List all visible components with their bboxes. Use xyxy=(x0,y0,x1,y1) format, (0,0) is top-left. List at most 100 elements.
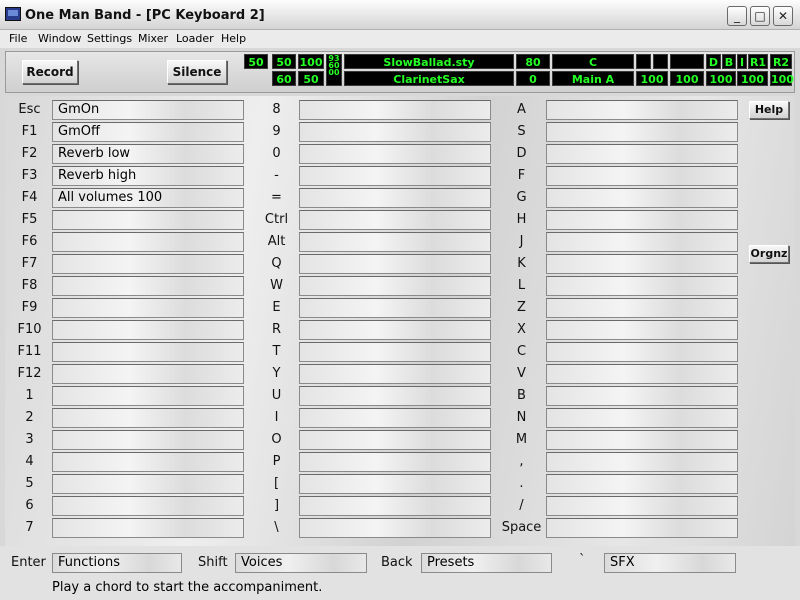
lcd-flag[interactable] xyxy=(636,54,651,69)
lcd-flag-i[interactable]: I xyxy=(737,54,747,69)
key-assignment-field[interactable]: All volumes 100 xyxy=(52,188,244,208)
lcd-key[interactable]: C xyxy=(552,54,634,69)
key-assignment-field[interactable] xyxy=(299,496,491,516)
key-assignment-field[interactable] xyxy=(546,496,738,516)
key-label: C xyxy=(516,344,527,359)
key-assignment-field[interactable] xyxy=(299,210,491,230)
lcd-volume[interactable]: 100 xyxy=(737,71,768,86)
lcd-number[interactable]: 0 xyxy=(516,71,550,86)
key-assignment-field[interactable] xyxy=(299,364,491,384)
menu-settings[interactable]: Settings xyxy=(87,32,132,45)
key-assignment-field[interactable] xyxy=(546,166,738,186)
key-assignment-field[interactable] xyxy=(299,254,491,274)
key-assignment-field[interactable] xyxy=(546,320,738,340)
lcd-volume[interactable]: 100 xyxy=(670,71,704,86)
key-assignment-field[interactable] xyxy=(546,474,738,494)
key-assignment-field[interactable] xyxy=(299,342,491,362)
key-assignment-field[interactable] xyxy=(52,254,244,274)
key-assignment-field[interactable] xyxy=(299,298,491,318)
key-assignment-field[interactable]: Reverb low xyxy=(52,144,244,164)
key-assignment-field[interactable] xyxy=(546,122,738,142)
lcd-voice-name[interactable]: ClarinetSax xyxy=(344,71,514,86)
key-assignment-field[interactable] xyxy=(546,430,738,450)
key-assignment-field[interactable] xyxy=(52,518,244,538)
key-assignment-field[interactable] xyxy=(299,188,491,208)
key-assignment-field[interactable] xyxy=(299,166,491,186)
lcd-flag[interactable] xyxy=(653,54,668,69)
menu-window[interactable]: Window xyxy=(38,32,81,45)
back-presets-field[interactable]: Presets xyxy=(421,553,552,573)
key-assignment-field[interactable] xyxy=(52,430,244,450)
key-assignment-field[interactable] xyxy=(299,100,491,120)
key-assignment-field[interactable] xyxy=(52,408,244,428)
lcd-volume[interactable]: 100 xyxy=(770,71,794,86)
key-assignment-field[interactable] xyxy=(299,452,491,472)
key-assignment-field[interactable] xyxy=(52,320,244,340)
key-assignment-field[interactable] xyxy=(299,408,491,428)
key-assignment-field[interactable] xyxy=(299,474,491,494)
lcd-flag-d[interactable]: D xyxy=(706,54,721,69)
backtick-sfx-field[interactable]: SFX xyxy=(604,553,736,573)
key-assignment-field[interactable] xyxy=(546,298,738,318)
key-assignment-field[interactable] xyxy=(52,452,244,472)
lcd-flag-r2[interactable]: R2 xyxy=(770,54,792,69)
key-assignment-field[interactable] xyxy=(546,276,738,296)
key-assignment-field[interactable] xyxy=(52,298,244,318)
silence-button[interactable]: Silence xyxy=(167,60,227,84)
key-assignment-field[interactable]: GmOff xyxy=(52,122,244,142)
key-assignment-field[interactable] xyxy=(546,232,738,252)
key-assignment-field[interactable] xyxy=(299,122,491,142)
key-assignment-field[interactable] xyxy=(546,100,738,120)
key-assignment-field[interactable] xyxy=(546,386,738,406)
key-assignment-field[interactable] xyxy=(546,408,738,428)
key-assignment-field[interactable] xyxy=(52,474,244,494)
key-assignment-field[interactable] xyxy=(52,496,244,516)
lcd-section[interactable]: Main A xyxy=(552,71,634,86)
key-assignment-field[interactable] xyxy=(546,342,738,362)
key-assignment-field[interactable] xyxy=(546,188,738,208)
menu-mixer[interactable]: Mixer xyxy=(138,32,168,45)
key-assignment-field[interactable]: GmOn xyxy=(52,100,244,120)
key-assignment-field[interactable] xyxy=(299,276,491,296)
lcd-tempo[interactable]: 80 xyxy=(516,54,550,69)
key-assignment-field[interactable] xyxy=(299,232,491,252)
key-assignment-field[interactable] xyxy=(299,386,491,406)
key-assignment-field[interactable] xyxy=(52,342,244,362)
minimize-button[interactable]: _ xyxy=(727,6,747,26)
menu-loader[interactable]: Loader xyxy=(176,32,214,45)
key-label: Ctrl xyxy=(264,212,289,227)
key-assignment-field[interactable] xyxy=(299,320,491,340)
key-assignment-field[interactable] xyxy=(299,430,491,450)
key-label: F1 xyxy=(21,124,38,139)
key-assignment-field[interactable] xyxy=(52,276,244,296)
key-assignment-field[interactable] xyxy=(546,144,738,164)
lcd-flag[interactable] xyxy=(670,54,704,69)
key-assignment-field[interactable] xyxy=(299,518,491,538)
shift-voices-field[interactable]: Voices xyxy=(235,553,367,573)
key-assignment-field[interactable] xyxy=(299,144,491,164)
close-button[interactable]: ✕ xyxy=(773,6,793,26)
key-assignment-field[interactable] xyxy=(52,386,244,406)
key-assignment-field[interactable] xyxy=(546,210,738,230)
key-assignment-field[interactable] xyxy=(546,364,738,384)
key-label: A xyxy=(517,102,526,117)
key-assignment-field[interactable] xyxy=(546,254,738,274)
organize-button[interactable]: Orgnz xyxy=(749,245,789,263)
key-assignment-field[interactable]: Reverb high xyxy=(52,166,244,186)
menu-file[interactable]: File xyxy=(9,32,27,45)
menu-help[interactable]: Help xyxy=(221,32,246,45)
help-button[interactable]: Help xyxy=(749,101,789,119)
lcd-flag-b[interactable]: B xyxy=(722,54,736,69)
key-assignment-field[interactable] xyxy=(52,364,244,384)
maximize-button[interactable]: □ xyxy=(750,6,770,26)
lcd-style-name[interactable]: SlowBallad.sty xyxy=(344,54,514,69)
lcd-volume[interactable]: 100 xyxy=(636,71,668,86)
enter-functions-field[interactable]: Functions xyxy=(52,553,182,573)
key-assignment-field[interactable] xyxy=(546,518,738,538)
lcd-flag-r1[interactable]: R1 xyxy=(748,54,768,69)
key-assignment-field[interactable] xyxy=(52,210,244,230)
lcd-volume[interactable]: 100 xyxy=(706,71,736,86)
key-assignment-field[interactable] xyxy=(546,452,738,472)
key-assignment-field[interactable] xyxy=(52,232,244,252)
record-button[interactable]: Record xyxy=(22,60,78,84)
